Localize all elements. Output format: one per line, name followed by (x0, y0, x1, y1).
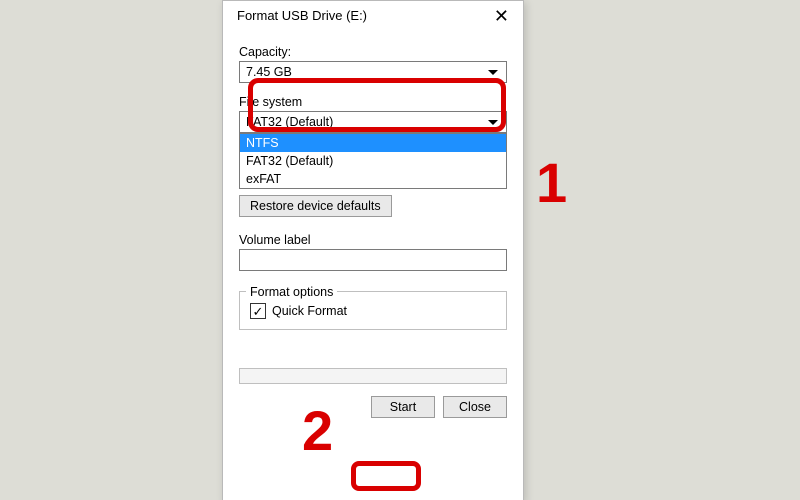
close-icon[interactable]: ✕ (490, 7, 513, 25)
dialog-title: Format USB Drive (E:) (237, 1, 367, 31)
chevron-down-icon (488, 70, 498, 75)
capacity-label: Capacity: (239, 45, 507, 59)
volume-label-label: Volume label (239, 233, 507, 247)
filesystem-option-exfat[interactable]: exFAT (240, 170, 506, 188)
titlebar: Format USB Drive (E:) ✕ (223, 1, 523, 31)
checkbox-icon: ✓ (250, 303, 266, 319)
annotation-box-1 (248, 78, 506, 132)
filesystem-options-list: NTFS FAT32 (Default) exFAT (239, 133, 507, 189)
progress-bar (239, 368, 507, 384)
format-options-legend: Format options (246, 285, 337, 299)
filesystem-option-fat32[interactable]: FAT32 (Default) (240, 152, 506, 170)
close-button[interactable]: Close (443, 396, 507, 418)
quick-format-label: Quick Format (272, 304, 347, 318)
volume-label-input[interactable] (239, 249, 507, 271)
capacity-value: 7.45 GB (246, 65, 488, 79)
format-dialog: Format USB Drive (E:) ✕ Capacity: 7.45 G… (222, 0, 524, 500)
annotation-box-2 (351, 461, 421, 491)
annotation-number-1: 1 (536, 150, 567, 215)
restore-defaults-button[interactable]: Restore device defaults (239, 195, 392, 217)
filesystem-option-ntfs[interactable]: NTFS (240, 134, 506, 152)
annotation-number-2: 2 (302, 398, 333, 463)
quick-format-checkbox[interactable]: ✓ Quick Format (250, 303, 496, 319)
start-button[interactable]: Start (371, 396, 435, 418)
format-options-fieldset: Format options ✓ Quick Format (239, 291, 507, 330)
